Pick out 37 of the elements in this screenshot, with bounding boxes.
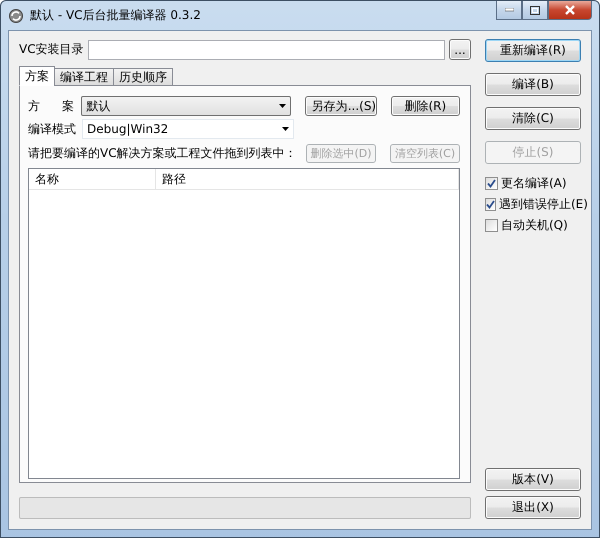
delete-button[interactable]: 删除(R) <box>390 96 460 116</box>
exit-button[interactable]: 退出(X) <box>485 496 581 519</box>
close-button[interactable] <box>548 1 592 20</box>
browse-button[interactable]: ... <box>449 39 471 60</box>
checkmark-icon <box>487 179 496 188</box>
action-button[interactable]: 清除(C) <box>485 107 581 130</box>
checkbox[interactable] <box>485 219 498 232</box>
checkbox-label: 遇到错误停止(E) <box>499 196 588 213</box>
checkbox-label: 更名编译(A) <box>501 175 567 192</box>
tab[interactable]: 历史顺序 <box>113 68 173 86</box>
action-button[interactable]: 重新编译(R) <box>485 39 581 62</box>
dropdown-arrow-icon <box>278 104 286 108</box>
version-button[interactable]: 版本(V) <box>485 468 581 491</box>
window-title: 默认 - VC后台批量编译器 0.3.2 <box>30 7 202 24</box>
save-as-button[interactable]: 另存为...(S) <box>304 96 377 116</box>
checkbox[interactable] <box>485 198 496 211</box>
action-button[interactable]: 编译(B) <box>485 73 581 96</box>
file-list[interactable]: 名称 路径 <box>28 168 460 479</box>
minimize-icon <box>504 8 514 12</box>
close-icon <box>564 5 576 15</box>
tab[interactable]: 方案 <box>19 66 55 86</box>
scheme-label: 方 案 <box>28 98 75 114</box>
app-icon <box>8 8 24 24</box>
tab[interactable]: 编译工程 <box>54 68 114 86</box>
maximize-icon <box>530 6 540 14</box>
build-mode-label: 编译模式 <box>28 120 77 138</box>
instruction-text: 请把要编译的VC解决方案或工程文件拖到列表中： <box>28 145 298 162</box>
checkbox-label: 自动关机(Q) <box>501 217 568 234</box>
checkmark-icon <box>486 200 495 209</box>
maximize-button[interactable] <box>522 1 548 20</box>
build-mode-dropdown[interactable]: Debug|Win32 <box>82 119 294 139</box>
vc-dir-label: VC安装目录 <box>19 41 84 58</box>
scheme-dropdown[interactable]: 默认 <box>81 96 291 116</box>
checkbox[interactable] <box>485 177 498 190</box>
vc-dir-field[interactable] <box>88 40 445 60</box>
minimize-button[interactable] <box>496 1 522 20</box>
dropdown-arrow-icon <box>282 127 289 131</box>
